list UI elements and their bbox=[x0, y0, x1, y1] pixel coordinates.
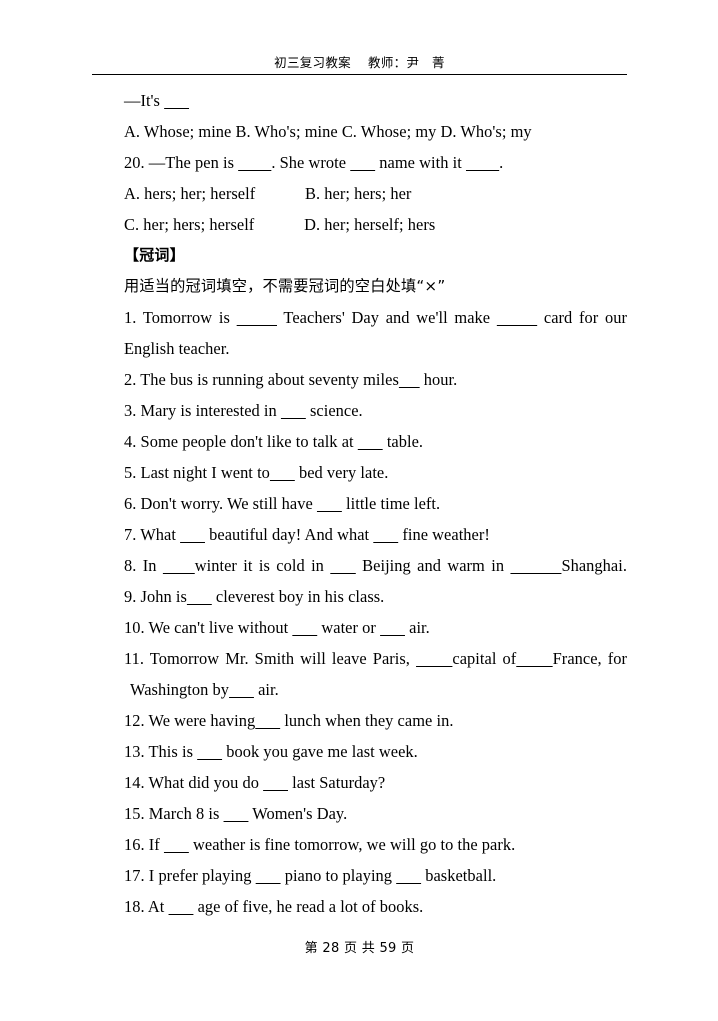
fill-in-blank bbox=[237, 308, 277, 327]
document-body: —It's A. Whose; mine B. Who's; mine C. W… bbox=[124, 85, 627, 922]
document-page: 初三复习教案 教师：尹 菁 —It's A. Whose; mine B. Wh… bbox=[0, 0, 718, 1021]
question-5: 5. Last night I went to bed very late. bbox=[124, 463, 389, 482]
fill-in-blank bbox=[416, 649, 452, 668]
fill-in-blank bbox=[263, 773, 288, 792]
question-20-stem: 20. —The pen is . She wrote name with it… bbox=[124, 153, 504, 172]
fill-in-blank bbox=[224, 804, 249, 823]
question-16: 16. If weather is fine tomorrow, we will… bbox=[124, 835, 516, 854]
question-15: 15. March 8 is Women's Day. bbox=[124, 804, 348, 823]
question-8: 8. In winter it is cold in Beijing and w… bbox=[124, 556, 627, 575]
question-20-options-cd: C. her; hers; herself D. her; herself; h… bbox=[124, 215, 436, 234]
question-2: 2. The bus is running about seventy mile… bbox=[124, 370, 458, 389]
question-13: 13. This is book you gave me last week. bbox=[124, 742, 418, 761]
question-4: 4. Some people don't like to talk at tab… bbox=[124, 432, 424, 451]
question-1-line-2: English teacher. bbox=[124, 339, 230, 358]
page-footer: 第 28 页 共 59 页 bbox=[304, 941, 415, 956]
fill-in-blank bbox=[180, 525, 205, 544]
question-11-line-1: 11. Tomorrow Mr. Smith will leave Paris,… bbox=[124, 649, 628, 668]
fill-in-blank bbox=[255, 711, 280, 730]
question-1-line-1: 1. Tomorrow is Teachers' Day and we'll m… bbox=[124, 308, 628, 327]
header-divider-rule bbox=[92, 74, 627, 75]
fill-in-blank bbox=[516, 649, 552, 668]
fill-in-blank bbox=[281, 401, 306, 420]
fill-in-blank bbox=[163, 556, 195, 575]
question-12: 12. We were having lunch when they came … bbox=[124, 711, 454, 730]
fill-in-blank bbox=[197, 742, 222, 761]
running-header: 初三复习教案 教师：尹 菁 bbox=[274, 55, 445, 70]
fill-in-blank bbox=[270, 463, 295, 482]
question-6: 6. Don't worry. We still have little tim… bbox=[124, 494, 441, 513]
fill-in-blank bbox=[466, 153, 499, 172]
question-20-options-ab: A. hers; her; herself B. her; hers; her bbox=[124, 184, 412, 203]
fill-in-blank bbox=[256, 866, 281, 885]
fill-in-blank bbox=[317, 494, 342, 513]
question-7: 7. What beautiful day! And what fine wea… bbox=[124, 525, 490, 544]
fill-in-blank bbox=[497, 308, 537, 327]
fill-in-blank bbox=[358, 432, 383, 451]
question-9: 9. John is cleverest boy in his class. bbox=[124, 587, 385, 606]
section-heading-articles: 【冠词】 bbox=[124, 246, 185, 264]
fill-in-blank bbox=[238, 153, 271, 172]
fill-in-blank bbox=[330, 556, 356, 575]
question-10: 10. We can't live without water or air. bbox=[124, 618, 430, 637]
fill-in-blank bbox=[350, 153, 375, 172]
fill-in-blank bbox=[399, 370, 420, 389]
fill-in-blank bbox=[510, 556, 561, 575]
fill-in-blank bbox=[292, 618, 317, 637]
fill-in-blank bbox=[380, 618, 405, 637]
fill-in-blank bbox=[396, 866, 421, 885]
fill-in-blank bbox=[164, 91, 189, 110]
fill-in-blank bbox=[187, 587, 212, 606]
fill-in-blank bbox=[164, 835, 189, 854]
line-its-blank: —It's bbox=[124, 85, 627, 116]
fill-in-blank bbox=[169, 897, 194, 916]
line-q19-options: A. Whose; mine B. Who's; mine C. Whose; … bbox=[124, 122, 532, 141]
question-17: 17. I prefer playing piano to playing ba… bbox=[124, 866, 497, 885]
section-instruction: 用适当的冠词填空，不需要冠词的空白处填“×” bbox=[124, 277, 446, 295]
question-18: 18. At age of five, he read a lot of boo… bbox=[124, 897, 424, 916]
fill-in-blank bbox=[373, 525, 398, 544]
fill-in-blank bbox=[229, 680, 254, 699]
question-14: 14. What did you do last Saturday? bbox=[124, 773, 386, 792]
question-3: 3. Mary is interested in science. bbox=[124, 401, 363, 420]
question-11-line-2: Washington by air. bbox=[130, 680, 279, 699]
